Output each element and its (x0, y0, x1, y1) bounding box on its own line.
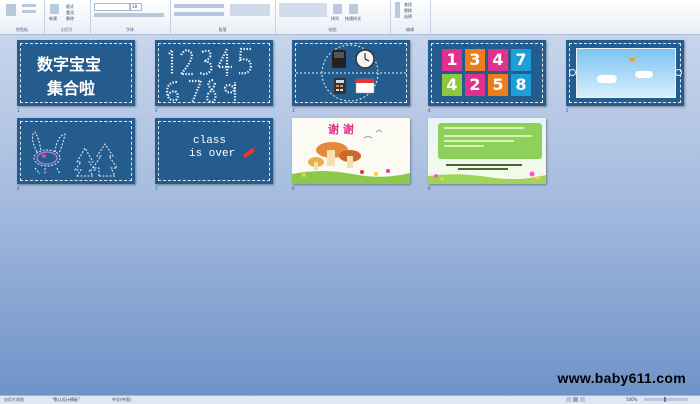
group-label-slides: 幻灯片 (61, 27, 73, 32)
dot-icon (569, 69, 576, 76)
slide-thumbnail-5[interactable] (566, 40, 684, 106)
align-icons[interactable] (174, 12, 224, 16)
mushroom-scene (292, 129, 410, 184)
slide-number: 8 (292, 186, 295, 191)
digit-card: 4 (488, 49, 508, 71)
group-label-drawing: 绘图 (328, 27, 337, 32)
slideshow-view-icon[interactable] (580, 397, 585, 402)
arrange-icon[interactable] (333, 4, 342, 14)
slide-number: 1 (17, 108, 20, 113)
ribbon: 剪贴板 新建 版式 重设 删除 幻灯片 18 字体 段落 排列 快速样式 绘图 … (0, 0, 700, 35)
digit-card-grid: 1 3 4 7 4 2 5 8 (442, 49, 533, 97)
digit-card: 1 (442, 49, 462, 71)
status-view: 幻灯片浏览 (4, 397, 24, 402)
quick-styles-icon[interactable] (349, 4, 358, 14)
new-slide-label[interactable]: 新建 (49, 16, 57, 22)
delete-button[interactable]: 删除 (66, 16, 74, 22)
digit-card: 8 (511, 74, 531, 96)
slide-thumbnail-2[interactable] (155, 40, 273, 106)
status-language: 中文(中国) (112, 397, 132, 402)
shapes-gallery-icon[interactable] (279, 3, 327, 17)
zoom-level: 100% (626, 397, 638, 402)
font-size-value: 18 (132, 4, 138, 9)
normal-view-icon[interactable] (566, 397, 571, 402)
clipboard-group: 剪贴板 (0, 0, 45, 34)
text-direction-icons[interactable] (230, 4, 270, 16)
slide-7-text-line2: is over (189, 148, 236, 160)
slide-number: 9 (428, 186, 431, 191)
font-group: 18 字体 (90, 0, 171, 34)
dotted-digits-art (165, 46, 253, 104)
slide-number: 3 (292, 108, 295, 113)
plane-icon (629, 58, 635, 61)
slide-1-title-line2: 集合啦 (47, 79, 96, 98)
cloud-icon (635, 71, 653, 78)
slide-number: 6 (17, 186, 20, 191)
select-button[interactable]: 选择 (404, 14, 412, 20)
slide-number: 4 (428, 108, 431, 113)
slide-thumbnail-4[interactable]: 1 3 4 7 4 2 5 8 (428, 40, 546, 106)
paste-icon[interactable] (6, 4, 16, 16)
slide-thumbnail-3[interactable] (292, 40, 410, 106)
digit-card: 2 (465, 74, 485, 96)
slide-thumbnail-6[interactable] (17, 118, 135, 184)
copy-icon[interactable] (22, 10, 36, 13)
slide-number: 7 (155, 186, 158, 191)
binoculars-icon (395, 2, 400, 18)
drawing-group: 排列 快速样式 绘图 (275, 0, 391, 34)
slide-number: 2 (155, 108, 158, 113)
slides-group: 新建 版式 重设 删除 幻灯片 (44, 0, 91, 34)
digit-card: 5 (488, 74, 508, 96)
zoom-slider-thumb[interactable] (664, 397, 666, 402)
digit-card: 3 (465, 49, 485, 71)
arrange-button[interactable]: 排列 (331, 16, 339, 22)
group-label-clipboard: 剪贴板 (16, 27, 28, 32)
group-label-font: 字体 (126, 27, 134, 32)
watermark-text: www.baby611.com (557, 370, 686, 386)
slide-sorter: 数字宝宝 集合啦 1 2 3 1 3 4 7 4 2 5 8 4 5 6 cla… (0, 35, 700, 395)
slide-sorter-view-icon[interactable] (573, 397, 578, 402)
digit-card: 7 (511, 49, 531, 71)
paragraph-group: 段落 (170, 0, 276, 34)
cloud-icon (597, 75, 617, 83)
dot-icon (675, 69, 682, 76)
digit-card: 4 (442, 74, 462, 96)
new-slide-icon[interactable] (50, 4, 59, 14)
slide-thumbnail-8[interactable]: 谢 谢 (292, 118, 410, 184)
objects-illustration (296, 44, 406, 102)
cut-icon[interactable] (22, 4, 36, 7)
slide-7-text-line1: class (193, 135, 227, 147)
editing-group: 查找 替换 选择 编辑 (390, 0, 431, 34)
rabbit-tree-art (31, 131, 118, 177)
flower-border (428, 171, 546, 184)
slide-1-title-line1: 数字宝宝 (37, 55, 102, 74)
list-icons[interactable] (174, 4, 224, 8)
group-label-editing: 编辑 (406, 27, 414, 32)
slide-thumbnail-9[interactable] (428, 118, 546, 184)
sky-window (576, 48, 676, 98)
slide-thumbnail-7[interactable]: class is over (155, 118, 273, 184)
zoom-slider[interactable] (644, 398, 688, 401)
status-theme: "默认设计模板" (52, 397, 80, 402)
group-label-paragraph: 段落 (218, 27, 227, 32)
font-size-box[interactable]: 18 (130, 3, 142, 11)
slide-thumbnail-1[interactable]: 数字宝宝 集合啦 (17, 40, 135, 106)
quick-styles-button[interactable]: 快速样式 (345, 16, 361, 22)
font-format-icons[interactable] (94, 13, 164, 17)
slide-number: 5 (566, 108, 569, 113)
font-name-box[interactable] (94, 3, 130, 11)
